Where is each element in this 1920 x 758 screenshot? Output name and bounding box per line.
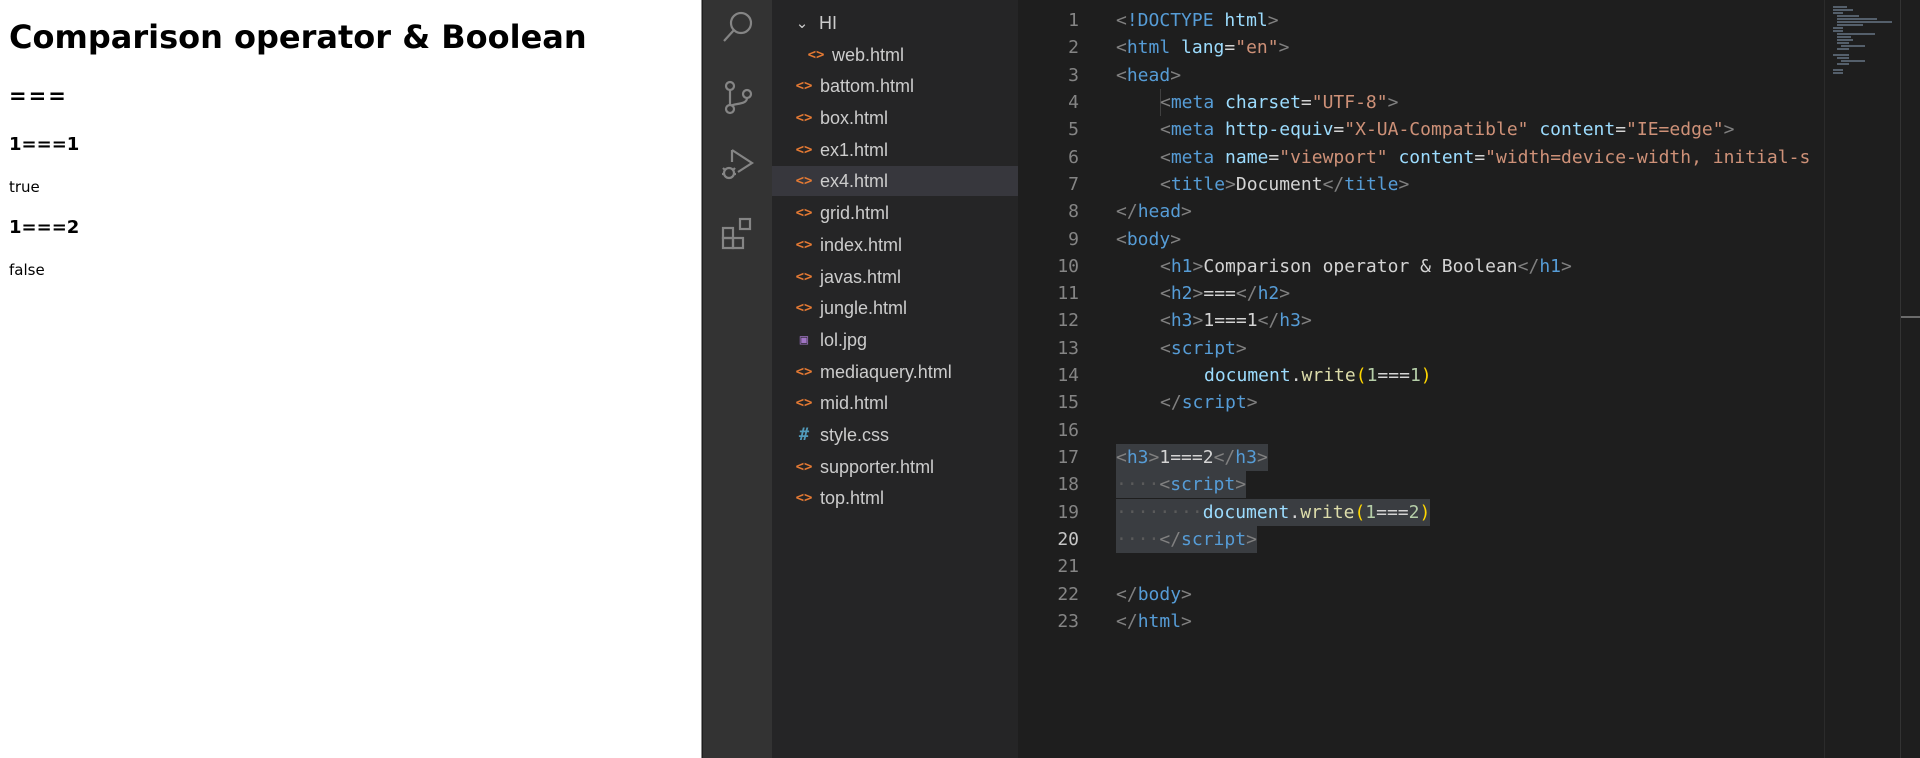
code-line-11: <h2>===</h2> <box>1160 283 1291 304</box>
file-label: ex4.html <box>820 170 889 191</box>
file-item[interactable]: <> battom.html <box>772 71 1018 101</box>
preview-result-first: true <box>9 178 40 196</box>
code-line-1: <!DOCTYPE html> <box>1116 10 1279 31</box>
code-line-5: <meta http-equiv="X-UA-Compatible" conte… <box>1160 119 1735 140</box>
html-file-icon: <> <box>795 173 813 189</box>
file-label: index.html <box>820 234 903 255</box>
editor-scrollbar[interactable] <box>1900 0 1920 758</box>
file-item[interactable]: ▣ lol.jpg <box>772 325 1018 355</box>
code-line-19: ········document.write(1===2) <box>1116 499 1431 526</box>
code-line-20: ····</script> <box>1116 526 1257 553</box>
file-label: top.html <box>820 487 885 508</box>
code-line-7: <title>Document</title> <box>1160 174 1410 195</box>
image-file-icon: ▣ <box>799 332 809 348</box>
minimap[interactable] <box>1824 0 1900 758</box>
css-file-icon: # <box>798 425 810 445</box>
preview-result-second: false <box>9 261 45 279</box>
code-line-8: </head> <box>1116 201 1192 222</box>
line-number: 16 <box>1057 420 1079 441</box>
html-file-icon: <> <box>795 237 813 253</box>
run-debug-icon[interactable] <box>717 143 759 185</box>
code-line-2: <html lang="en"> <box>1116 37 1290 58</box>
preview-heading-2: === <box>9 84 68 108</box>
code-line-18: ····<script> <box>1116 471 1247 498</box>
html-file-icon: <> <box>795 78 813 94</box>
preview-heading-1: Comparison operator & Boolean <box>9 18 587 56</box>
file-label: supporter.html <box>820 456 935 477</box>
code-line-13: <script> <box>1160 338 1247 359</box>
file-label: jungle.html <box>820 297 908 318</box>
code-editor[interactable]: 1 2 3 4 5 6 7 8 9 10 11 12 13 14 15 16 1… <box>1018 0 1824 758</box>
code-line-3: <head> <box>1116 65 1182 86</box>
file-label: style.css <box>820 424 890 445</box>
code-line-14: document.write(1===1) <box>1204 365 1432 386</box>
file-item[interactable]: <> box.html <box>772 103 1018 133</box>
folder-label: HI <box>819 12 837 33</box>
source-control-icon[interactable] <box>717 76 759 118</box>
file-item[interactable]: <> top.html <box>772 483 1018 513</box>
code-line-23: </html> <box>1116 611 1192 632</box>
file-item[interactable]: # style.css <box>772 420 1018 450</box>
file-item[interactable]: <> jungle.html <box>772 293 1018 323</box>
html-file-icon: <> <box>795 205 813 221</box>
preview-heading-3-second: 1===2 <box>9 217 80 238</box>
code-line-17: <h3>1===2</h3> <box>1116 444 1268 471</box>
file-label: web.html <box>832 44 905 65</box>
html-file-icon: <> <box>795 142 813 158</box>
code-line-10: <h1>Comparison operator & Boolean</h1> <box>1160 256 1572 277</box>
html-file-icon: <> <box>795 269 813 285</box>
code-line-22: </body> <box>1116 584 1192 605</box>
chevron-down-icon: ⌄ <box>795 15 809 32</box>
html-file-icon: <> <box>795 459 813 475</box>
code-line-9: <body> <box>1116 229 1182 250</box>
file-label: mid.html <box>820 392 889 413</box>
code-line-15: </script> <box>1160 392 1258 413</box>
html-file-icon: <> <box>795 110 813 126</box>
file-label: ex1.html <box>820 139 889 160</box>
file-label: lol.jpg <box>820 329 868 350</box>
html-file-icon: <> <box>795 490 813 506</box>
preview-heading-3-first: 1===1 <box>9 134 80 155</box>
file-item[interactable]: <> mediaquery.html <box>772 357 1018 387</box>
explorer-sidebar: ⌄ HI <> web.html <> battom.html <> box.h… <box>772 0 1018 758</box>
file-item[interactable]: <> index.html <box>772 230 1018 260</box>
code-line-12: <h3>1===1</h3> <box>1160 310 1312 331</box>
file-label: box.html <box>820 107 889 128</box>
file-item-selected[interactable]: <> ex4.html <box>772 166 1018 196</box>
extensions-icon[interactable] <box>717 213 759 255</box>
html-file-icon: <> <box>795 395 813 411</box>
file-item[interactable]: <> javas.html <box>772 262 1018 292</box>
file-item[interactable]: <> ex1.html <box>772 135 1018 165</box>
html-file-icon: <> <box>795 364 813 380</box>
file-item[interactable]: <> web.html <box>772 40 1018 70</box>
folder-hi[interactable]: ⌄ HI <box>772 8 1018 38</box>
activity-bar <box>703 0 772 758</box>
file-item[interactable]: <> mid.html <box>772 388 1018 418</box>
html-file-icon: <> <box>795 300 813 316</box>
file-label: battom.html <box>820 75 915 96</box>
line-number: 21 <box>1057 556 1079 577</box>
file-label: mediaquery.html <box>820 361 952 382</box>
browser-preview: Comparison operator & Boolean === 1===1 … <box>0 0 702 758</box>
file-item[interactable]: <> grid.html <box>772 198 1018 228</box>
search-icon[interactable] <box>717 6 759 48</box>
html-file-icon: <> <box>807 47 825 63</box>
file-item[interactable]: <> supporter.html <box>772 452 1018 482</box>
file-label: javas.html <box>820 266 902 287</box>
code-line-6: <meta name="viewport" content="width=dev… <box>1160 147 1811 168</box>
scrollbar-cursor-marker <box>1901 316 1920 318</box>
file-label: grid.html <box>820 202 890 223</box>
code-line-4: <meta charset="UTF-8"> <box>1160 92 1399 113</box>
